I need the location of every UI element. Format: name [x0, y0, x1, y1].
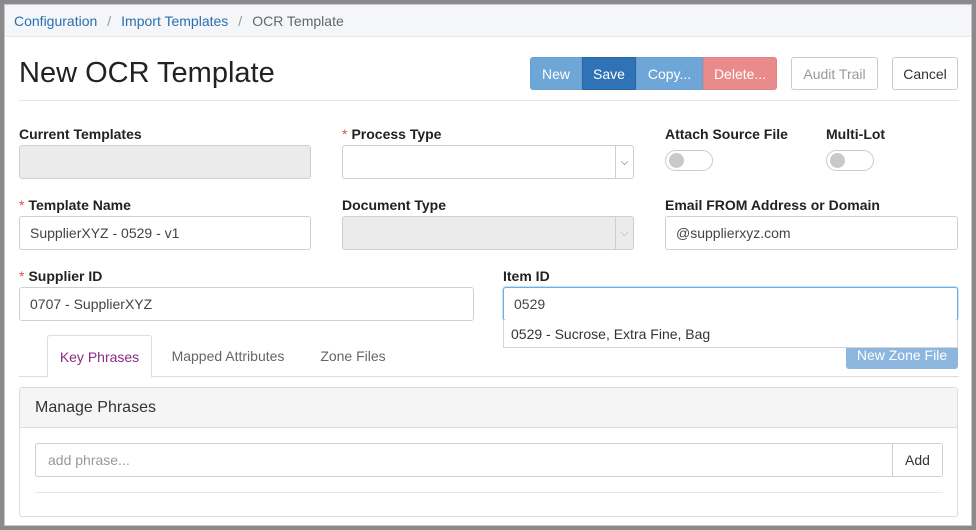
template-name-label: * Template Name [19, 197, 131, 213]
page-title: New OCR Template [19, 57, 275, 89]
breadcrumb-import-templates[interactable]: Import Templates [121, 13, 228, 29]
chevron-down-icon: ⌵ [615, 146, 633, 178]
email-from-label: Email FROM Address or Domain [665, 197, 880, 213]
item-id-input[interactable]: 0529 [503, 287, 958, 321]
tab-mapped-attributes[interactable]: Mapped Attributes [164, 335, 292, 377]
template-name-input[interactable]: SupplierXYZ - 0529 - v1 [19, 216, 311, 250]
cancel-button[interactable]: Cancel [892, 57, 958, 90]
process-type-label: * Process Type [342, 126, 442, 142]
breadcrumb-separator: / [238, 12, 243, 29]
toggle-knob [830, 153, 845, 168]
document-type-select: ⌵ [342, 216, 634, 250]
new-button[interactable]: New [530, 57, 582, 90]
multi-lot-toggle[interactable] [826, 150, 874, 171]
app-window: Configuration / Import Templates / OCR T… [4, 4, 972, 526]
tab-key-phrases[interactable]: Key Phrases [47, 335, 152, 378]
item-id-label: Item ID [503, 268, 550, 284]
required-marker: * [19, 197, 25, 213]
current-templates-label: Current Templates [19, 126, 142, 142]
breadcrumb-current: OCR Template [252, 12, 344, 29]
add-phrase-button[interactable]: Add [892, 443, 943, 477]
audit-trail-button[interactable]: Audit Trail [791, 57, 878, 90]
manage-phrases-panel: Manage Phrases add phrase... Add [19, 387, 958, 517]
process-type-select[interactable]: ⌵ [342, 145, 634, 179]
document-type-label: Document Type [342, 197, 446, 213]
copy-button[interactable]: Copy... [636, 57, 703, 90]
title-divider [19, 100, 959, 101]
panel-title: Manage Phrases [20, 388, 957, 428]
panel-divider [35, 492, 943, 493]
add-phrase-input[interactable]: add phrase... [35, 443, 893, 477]
breadcrumb: Configuration / Import Templates / OCR T… [5, 5, 971, 37]
chevron-down-icon: ⌵ [615, 217, 633, 249]
attach-source-file-label: Attach Source File [665, 126, 788, 142]
item-id-suggestion[interactable]: 0529 - Sucrose, Extra Fine, Bag [503, 320, 958, 348]
delete-button[interactable]: Delete... [703, 57, 777, 90]
save-button[interactable]: Save [582, 57, 636, 90]
breadcrumb-configuration[interactable]: Configuration [14, 13, 97, 29]
action-button-group: New Save Copy... Delete... [530, 57, 777, 90]
supplier-id-input[interactable]: 0707 - SupplierXYZ [19, 287, 474, 321]
multi-lot-label: Multi-Lot [826, 126, 886, 142]
supplier-id-label: * Supplier ID [19, 268, 103, 284]
email-from-input[interactable]: @supplierxyz.com [665, 216, 958, 250]
attach-source-file-toggle[interactable] [665, 150, 713, 171]
required-marker: * [342, 126, 348, 142]
breadcrumb-separator: / [107, 12, 112, 29]
tab-zone-files[interactable]: Zone Files [312, 335, 394, 377]
current-templates-field [19, 145, 311, 179]
toggle-knob [669, 153, 684, 168]
required-marker: * [19, 268, 25, 284]
